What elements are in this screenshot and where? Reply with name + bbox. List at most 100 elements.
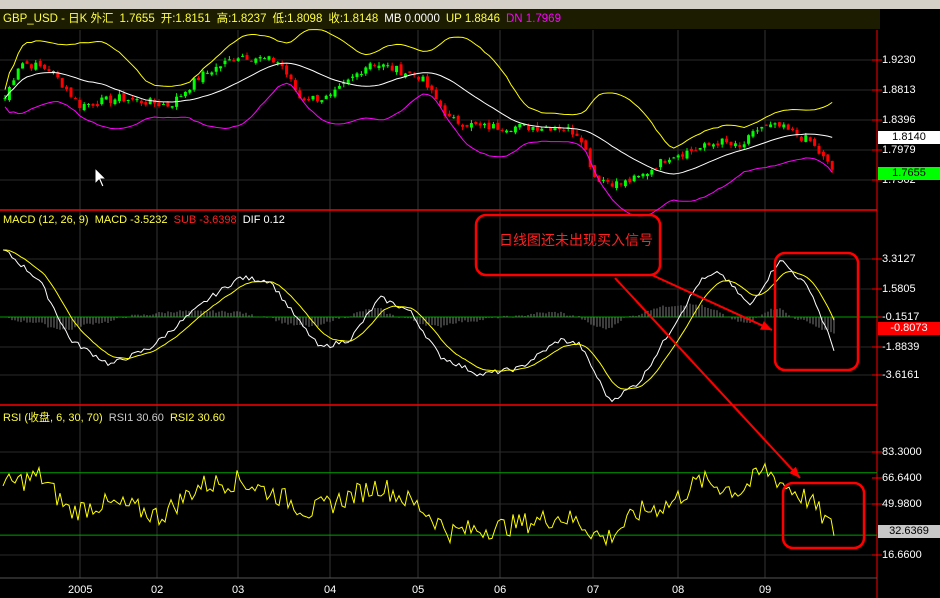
candle-body bbox=[302, 98, 306, 101]
candle-body bbox=[505, 130, 509, 133]
macd-dif: DIF 0.12 bbox=[242, 214, 285, 226]
candle-body bbox=[73, 98, 77, 100]
candle-body bbox=[452, 117, 456, 119]
candle-body bbox=[126, 100, 130, 102]
candle-body bbox=[584, 140, 588, 150]
candle-body bbox=[456, 115, 460, 124]
candle-body bbox=[707, 143, 711, 146]
candle-body bbox=[38, 60, 42, 67]
candle-body bbox=[742, 144, 746, 148]
candle-body bbox=[258, 57, 262, 59]
candle-body bbox=[188, 89, 192, 93]
candle-body bbox=[676, 155, 680, 158]
candle-body bbox=[232, 60, 236, 62]
candle-body bbox=[531, 126, 535, 130]
candle-body bbox=[487, 122, 491, 130]
candle-body bbox=[276, 62, 280, 64]
candle-body bbox=[641, 173, 645, 177]
candle-body bbox=[799, 136, 803, 141]
candle-body bbox=[29, 64, 33, 69]
candle-body bbox=[725, 138, 729, 143]
candle-body bbox=[694, 150, 698, 152]
candle-body bbox=[390, 65, 394, 71]
candle-body bbox=[513, 126, 517, 133]
candle-body bbox=[434, 89, 438, 100]
candle-body bbox=[716, 143, 720, 146]
candle-body bbox=[219, 66, 223, 69]
date-label: 09 bbox=[759, 584, 772, 596]
annotation-text: 日线图还未出现买入信号 bbox=[499, 232, 653, 248]
candle-body bbox=[689, 148, 693, 152]
candle-body bbox=[637, 175, 641, 178]
macd-tick: -1.8839 bbox=[882, 341, 920, 353]
candle-body bbox=[166, 102, 170, 107]
candle-body bbox=[425, 76, 429, 88]
candle-body bbox=[491, 124, 495, 129]
candle-body bbox=[751, 131, 755, 137]
macd-tick: -3.6161 bbox=[882, 369, 920, 381]
candle-body bbox=[483, 123, 487, 126]
candle-body bbox=[109, 95, 113, 104]
candle-body bbox=[786, 124, 790, 130]
candle-body bbox=[606, 179, 610, 182]
candle-body bbox=[139, 100, 143, 104]
candle-body bbox=[245, 55, 249, 60]
candle-body bbox=[478, 123, 482, 126]
highlight-box-macd bbox=[773, 251, 860, 372]
candle-body bbox=[307, 98, 311, 101]
rsi-name: RSI (收盘, 6, 30, 70) bbox=[3, 412, 103, 424]
candle-body bbox=[183, 91, 187, 97]
rsi-tick: 66.6400 bbox=[882, 472, 922, 484]
candle-body bbox=[623, 180, 627, 187]
rsi-header: RSI (收盘, 6, 30, 70) RSI1 30.60 RSI2 30.6… bbox=[3, 409, 225, 425]
candle-body bbox=[289, 74, 293, 80]
candle-body bbox=[579, 137, 583, 143]
candle-body bbox=[241, 55, 245, 57]
rsi2-value: RSI2 30.60 bbox=[169, 412, 225, 424]
candle-body bbox=[337, 85, 341, 89]
candle-body bbox=[333, 89, 337, 97]
candle-body bbox=[760, 126, 764, 129]
macd-header: MACD (12, 26, 9) MACD -3.5232 SUB -3.639… bbox=[3, 214, 285, 226]
candle-body bbox=[738, 145, 742, 147]
candle-body bbox=[324, 95, 328, 100]
candle-body bbox=[47, 69, 51, 71]
candle-body bbox=[826, 154, 830, 162]
candle-body bbox=[474, 121, 478, 125]
candle-body bbox=[395, 65, 399, 73]
price-tick: 1.7979 bbox=[882, 144, 916, 156]
candle-body bbox=[95, 104, 99, 107]
candle-body bbox=[236, 58, 240, 61]
candle-body bbox=[747, 135, 751, 144]
candle-body bbox=[672, 157, 676, 159]
macd-sub: SUB -3.6398 bbox=[173, 214, 237, 226]
candle-body bbox=[315, 94, 319, 102]
candle-body bbox=[619, 183, 623, 185]
candle-body bbox=[650, 169, 654, 175]
date-label: 2005 bbox=[68, 584, 93, 596]
candle-body bbox=[421, 76, 425, 82]
candle-body bbox=[43, 64, 47, 69]
price-tick: 1.8813 bbox=[882, 84, 916, 96]
candle-body bbox=[320, 100, 324, 103]
candle-body bbox=[386, 65, 390, 67]
candle-body bbox=[553, 128, 557, 131]
candle-body bbox=[205, 72, 209, 74]
candle-body bbox=[254, 58, 258, 63]
candle-body bbox=[769, 124, 773, 128]
candle-body bbox=[562, 129, 566, 131]
candle-body bbox=[91, 103, 95, 106]
rsi-tick: 49.9800 bbox=[882, 498, 922, 510]
candle-body bbox=[65, 86, 69, 90]
candle-body bbox=[104, 96, 108, 100]
chart-canvas[interactable] bbox=[0, 0, 940, 598]
macd-value-tag: -0.8073 bbox=[878, 322, 940, 335]
candle-body bbox=[82, 104, 86, 111]
candle-body bbox=[351, 76, 355, 78]
price-tick: 1.9230 bbox=[882, 54, 916, 66]
candle-body bbox=[100, 97, 104, 105]
candle-body bbox=[267, 56, 271, 60]
macd-tick: 3.3127 bbox=[882, 253, 916, 265]
candle-body bbox=[201, 71, 205, 83]
rsi1-value: RSI1 30.60 bbox=[108, 412, 164, 424]
